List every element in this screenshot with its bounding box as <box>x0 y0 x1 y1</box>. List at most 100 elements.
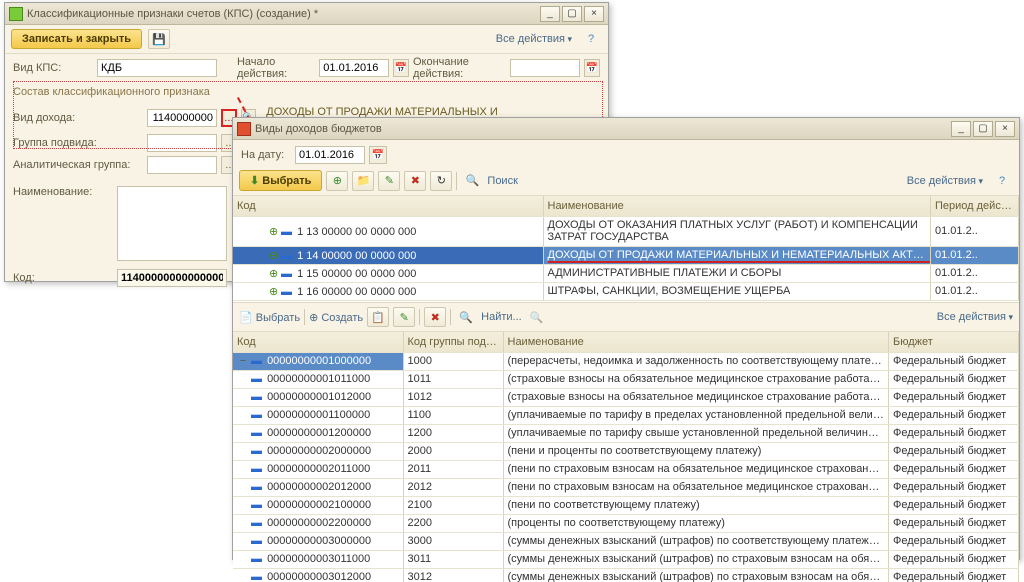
name-cell: ШТРАФЫ, САНКЦИИ, ВОЗМЕЩЕНИЕ УЩЕРБА <box>543 282 931 300</box>
budget-cell: Федеральный бюджет <box>889 370 1019 388</box>
start-date-input[interactable] <box>319 59 389 77</box>
period-cell: 01.01.2.. <box>931 216 1019 246</box>
name-cell: (страховые взносы на обязательное медици… <box>503 388 889 406</box>
vid-kps-input[interactable] <box>97 59 217 77</box>
on-date-picker[interactable]: 📅 <box>369 146 387 164</box>
analit-input[interactable] <box>147 156 217 174</box>
group-cell: 3012 <box>403 568 503 582</box>
delete-icon[interactable]: ✖ <box>404 171 426 191</box>
kod-input <box>117 269 227 287</box>
col-code[interactable]: Код <box>233 196 543 216</box>
table-row[interactable]: ⊕▬ 1 14 00000 00 0000 000ДОХОДЫ ОТ ПРОДА… <box>233 246 1019 264</box>
subtype-table[interactable]: Код Код группы под... ▴ Наименование Бюд… <box>233 332 1019 582</box>
end-date-label: Окончание действия: <box>413 56 506 80</box>
table-row[interactable]: ▬ 000000000020110002011(пени по страховы… <box>233 460 1019 478</box>
group-cell: 1000 <box>403 352 503 370</box>
budget-cell: Федеральный бюджет <box>889 352 1019 370</box>
col-name[interactable]: Наименование <box>543 196 931 216</box>
table-row[interactable]: ▬ 000000000020120002012(пени по страховы… <box>233 478 1019 496</box>
income-types-table[interactable]: Код Наименование Период действия ⊕▬ 1 13… <box>233 196 1019 301</box>
save-close-button[interactable]: Записать и закрыть <box>11 29 142 49</box>
code-value: 00000000003000000 <box>267 535 371 547</box>
table-row[interactable]: ⊕▬ 1 13 00000 00 0000 000ДОХОДЫ ОТ ОКАЗА… <box>233 216 1019 246</box>
table-row[interactable]: ⊕▬ 1 16 00000 00 0000 000ШТРАФЫ, САНКЦИИ… <box>233 282 1019 300</box>
name-cell: (суммы денежных взысканий (штрафов) по с… <box>503 532 889 550</box>
end-date-input[interactable] <box>510 59 580 77</box>
on-date-label: На дату: <box>241 149 291 161</box>
edit-icon[interactable]: ✎ <box>378 171 400 191</box>
table-row[interactable]: ▬ 000000000012000001200(уплачиваемые по … <box>233 424 1019 442</box>
close-button[interactable]: × <box>584 6 604 22</box>
period-cell: 01.01.2.. <box>931 282 1019 300</box>
table-row[interactable]: −▬ 000000000010000001000(перерасчеты, не… <box>233 352 1019 370</box>
expand-icon[interactable]: ⊕ <box>267 225 279 238</box>
toolbar: Записать и закрыть 💾 Все действия ? <box>5 25 608 54</box>
code-value: 00000000002011000 <box>267 463 370 475</box>
table-row[interactable]: ▬ 000000000010120001012(страховые взносы… <box>233 388 1019 406</box>
col2-budget[interactable]: Бюджет <box>889 332 1019 352</box>
save-icon-button[interactable]: 💾 <box>148 29 170 49</box>
table-row[interactable]: ▬ 000000000030110003011(суммы денежных в… <box>233 550 1019 568</box>
period-cell: 01.01.2.. <box>931 246 1019 264</box>
naim-textarea[interactable] <box>117 186 227 261</box>
close-button-2[interactable]: × <box>995 121 1015 137</box>
col-period[interactable]: Период действия <box>931 196 1019 216</box>
group-cell: 1200 <box>403 424 503 442</box>
find-link[interactable]: Найти... <box>481 311 522 323</box>
refresh-icon[interactable]: ↻ <box>430 171 452 191</box>
table-row[interactable]: ▬ 000000000021000002100(пени по соответс… <box>233 496 1019 514</box>
item-icon: ▬ <box>249 427 264 439</box>
table-row[interactable]: ▬ 000000000030000003000(суммы денежных в… <box>233 532 1019 550</box>
expand-icon[interactable]: ⊕ <box>267 267 279 280</box>
create-link[interactable]: ⊕ Создать <box>309 311 363 324</box>
help-icon[interactable]: ? <box>580 29 602 49</box>
minimize-button[interactable]: _ <box>540 6 560 22</box>
item-icon: ▬ <box>249 373 264 385</box>
edit-icon-2[interactable]: ✎ <box>393 307 415 327</box>
budget-cell: Федеральный бюджет <box>889 550 1019 568</box>
item-icon: ▬ <box>249 445 264 457</box>
budget-cell: Федеральный бюджет <box>889 424 1019 442</box>
expand-icon[interactable]: ⊕ <box>267 249 279 262</box>
item-icon: ▬ <box>279 226 294 238</box>
on-date-input[interactable] <box>295 146 365 164</box>
minimize-button-2[interactable]: _ <box>951 121 971 137</box>
find-icon[interactable]: 🔍 <box>455 307 477 327</box>
start-date-picker[interactable]: 📅 <box>393 59 409 77</box>
copy-icon[interactable]: 📋 <box>367 307 389 327</box>
search-icon[interactable]: 🔍 <box>461 171 483 191</box>
table-row[interactable]: ▬ 000000000030120003012(суммы денежных в… <box>233 568 1019 582</box>
select-link[interactable]: 📄 Выбрать <box>239 311 300 324</box>
name-cell: (пени по соответствующему платежу) <box>503 496 889 514</box>
col2-code[interactable]: Код <box>233 332 403 352</box>
clear-find-icon[interactable]: 🔍 <box>526 307 548 327</box>
item-icon: ▬ <box>249 553 264 565</box>
select-button[interactable]: ⬇ Выбрать <box>239 170 322 191</box>
all-actions-3[interactable]: Все действия <box>937 311 1013 323</box>
collapse-icon[interactable]: − <box>237 355 249 367</box>
search-label[interactable]: Поиск <box>487 175 517 187</box>
group-cell: 2012 <box>403 478 503 496</box>
table-row[interactable]: ▬ 000000000010110001011(страховые взносы… <box>233 370 1019 388</box>
budget-cell: Федеральный бюджет <box>889 478 1019 496</box>
table-row[interactable]: ▬ 000000000022000002200(проценты по соот… <box>233 514 1019 532</box>
name-cell: (проценты по соответствующему платежу) <box>503 514 889 532</box>
maximize-button[interactable]: ▢ <box>562 6 582 22</box>
col2-name[interactable]: Наименование <box>503 332 889 352</box>
expand-icon[interactable]: ⊕ <box>267 285 279 298</box>
all-actions-2[interactable]: Все действия <box>907 175 983 187</box>
help-icon-2[interactable]: ? <box>991 171 1013 191</box>
app-icon <box>9 7 23 21</box>
add-icon[interactable]: ⊕ <box>326 171 348 191</box>
table-row[interactable]: ⊕▬ 1 15 00000 00 0000 000АДМИНИСТРАТИВНЫ… <box>233 264 1019 282</box>
end-date-picker[interactable]: 📅 <box>584 59 600 77</box>
table-row[interactable]: ▬ 000000000020000002000(пени и проценты … <box>233 442 1019 460</box>
maximize-button-2[interactable]: ▢ <box>973 121 993 137</box>
all-actions-link[interactable]: Все действия <box>496 33 572 45</box>
col2-group[interactable]: Код группы под... ▴ <box>403 332 503 352</box>
table-row[interactable]: ▬ 000000000011000001100(уплачиваемые по … <box>233 406 1019 424</box>
item-icon: ▬ <box>279 250 294 262</box>
delete-icon-2[interactable]: ✖ <box>424 307 446 327</box>
add-folder-icon[interactable]: 📁 <box>352 171 374 191</box>
vid-kps-label: Вид КПС: <box>13 62 93 74</box>
